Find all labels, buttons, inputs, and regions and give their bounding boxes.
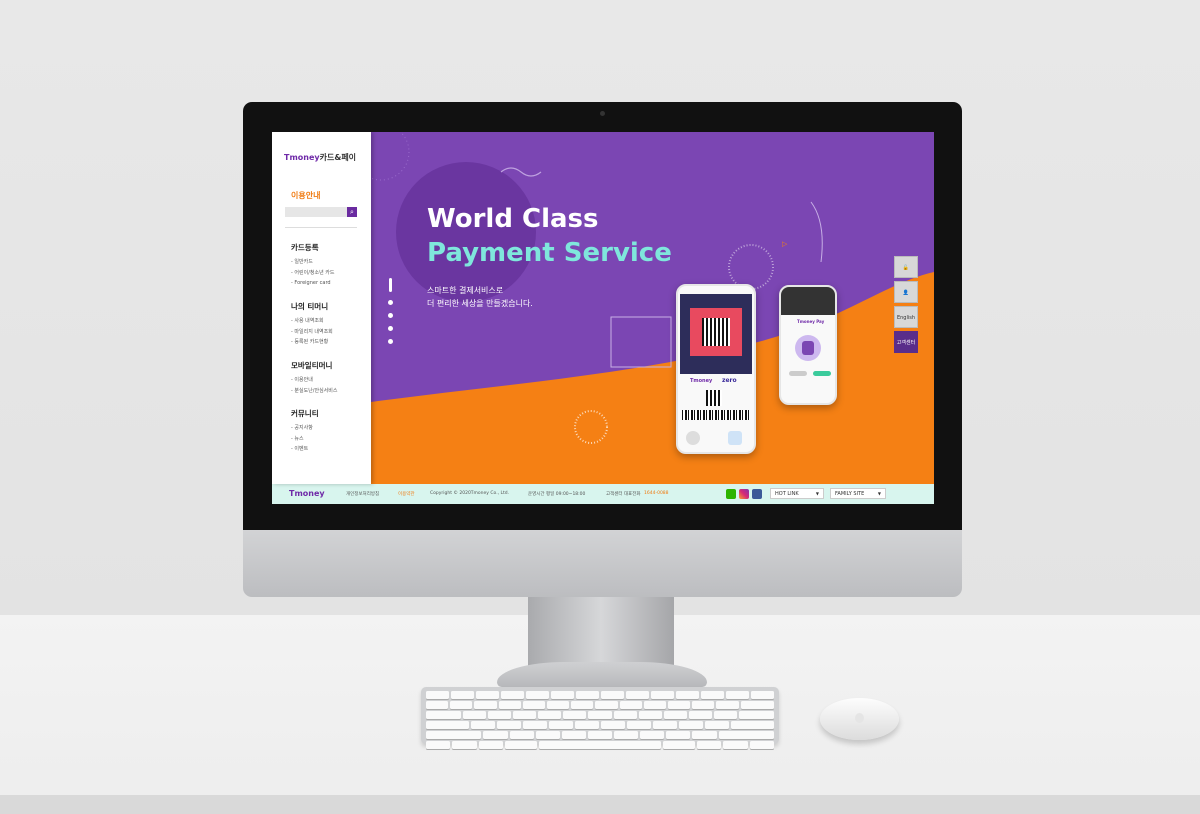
hot-link-label: HOT LINK (775, 491, 799, 497)
search-input[interactable]: ⌕ (285, 207, 357, 217)
divider (285, 227, 357, 228)
brand-logo-rest: 카드&페이 (319, 153, 357, 162)
chevron-down-icon: ▼ (815, 491, 819, 496)
copyright: Copyright © 2020Tmoney Co., Ltd. (430, 491, 510, 496)
menu-item[interactable]: - 뉴스 (291, 434, 319, 445)
section-title: 이용안내 (291, 191, 321, 200)
quick-panel: 🔓 👤 English 고객센터 (894, 256, 920, 356)
menu-item[interactable]: - 공지사항 (291, 423, 319, 434)
phone-mockup-pay: Tmoney Pay (779, 285, 837, 405)
menu-item[interactable]: - 마일리지 내역조회 (291, 327, 333, 338)
phone-number: 1644-0088 (644, 491, 669, 496)
menu-item[interactable]: - 일반카드 (291, 257, 334, 268)
menu-item[interactable]: - 사용 내역조회 (291, 316, 333, 327)
hero-title-line2: Payment Service (427, 238, 672, 268)
hero-title: World Class Payment Service (427, 202, 672, 270)
slide-dot[interactable] (388, 339, 393, 344)
hero-subtitle: 스마트한 결제서비스로 더 편리한 세상을 만들겠습니다. (427, 284, 533, 310)
search-icon[interactable]: ⌕ (347, 207, 357, 217)
sidebar: Tmoney카드&페이 이용안내 ⌕ 카드등록 - 일반카드 - 어린이/청소년… (272, 132, 371, 484)
svg-text:▷: ▷ (782, 240, 788, 248)
footer-logo[interactable]: Tmoney (289, 489, 325, 498)
monitor-stand (528, 597, 674, 667)
phone2-brand: Tmoney Pay (797, 319, 825, 324)
menu-group-community: 커뮤니티 - 공지사항 - 뉴스 - 이벤트 (291, 408, 319, 455)
slide-dot[interactable] (388, 313, 393, 318)
chevron-down-icon: ▼ (877, 491, 881, 496)
slide-dot-active[interactable] (389, 278, 392, 292)
menu-group-title[interactable]: 나의 티머니 (291, 301, 333, 312)
phone1-scan-icon (728, 431, 742, 445)
qr-code-icon (702, 318, 730, 346)
camera (600, 111, 605, 116)
terms-link[interactable]: 이용약관 (398, 491, 415, 497)
family-site-label: FAMILY SITE (835, 491, 865, 497)
hero-banner: ◁ ▷ World Class Payment Service 스마트한 결제서… (371, 132, 934, 484)
phone-camera-view (680, 294, 752, 374)
svg-text:◁: ◁ (555, 410, 562, 419)
footer: Tmoney 개인정보처리방침 이용약관 Copyright © 2020Tmo… (272, 484, 934, 504)
user-icon[interactable]: 👤 (894, 281, 918, 303)
phone-mockup-qr: Tmoney zero (676, 284, 756, 454)
phone-label: 고객센터 대표전화 (606, 492, 641, 497)
menu-item[interactable]: - 이용안내 (291, 375, 337, 386)
slider-pagination (388, 278, 393, 352)
hero-title-line1: World Class (427, 204, 599, 234)
menu-item[interactable]: - 어린이/청소년 카드 (291, 268, 334, 279)
hero-subtitle-line2: 더 편리한 세상을 만들겠습니다. (427, 299, 533, 308)
english-button[interactable]: English (894, 306, 918, 328)
menu-group-mobile-tmoney: 모바일티머니 - 이용안내 - 분실도난/안심서비스 (291, 360, 337, 396)
operating-hours: 운영시간 평일 09:00~18:00 (528, 492, 586, 497)
mouse (820, 698, 899, 740)
phone1-partner: zero (722, 377, 737, 384)
barcode (682, 410, 750, 420)
menu-group-title[interactable]: 모바일티머니 (291, 360, 337, 371)
hero-subtitle-line1: 스마트한 결제서비스로 (427, 286, 504, 295)
desk-edge (0, 795, 1200, 814)
slide-dot[interactable] (388, 300, 393, 305)
phone1-brand: Tmoney (690, 378, 713, 384)
qr-code-small-icon (706, 390, 722, 406)
menu-group-card-register: 카드등록 - 일반카드 - 어린이/청소년 카드 - Foreigner car… (291, 242, 334, 289)
monitor-base (497, 662, 707, 687)
family-site-select[interactable]: FAMILY SITE ▼ (830, 488, 886, 499)
apple-logo-icon (855, 713, 864, 723)
menu-item[interactable]: - 분실도난/안심서비스 (291, 386, 337, 397)
privacy-link[interactable]: 개인정보처리방침 (346, 491, 379, 497)
line-icon[interactable] (726, 489, 736, 499)
keyboard (421, 687, 779, 749)
instagram-icon[interactable] (739, 489, 749, 499)
brand-logo-t: Tmoney (284, 153, 320, 162)
lock-icon[interactable]: 🔓 (894, 256, 918, 278)
menu-group-my-tmoney: 나의 티머니 - 사용 내역조회 - 마일리지 내역조회 - 등록된 카드현황 (291, 301, 333, 348)
menu-item[interactable]: - Foreigner card (291, 278, 334, 289)
customer-center-button[interactable]: 고객센터 (894, 331, 918, 353)
menu-group-title[interactable]: 커뮤니티 (291, 408, 319, 419)
facebook-icon[interactable] (752, 489, 762, 499)
brand-logo[interactable]: Tmoney카드&페이 (284, 152, 356, 163)
hot-link-select[interactable]: HOT LINK ▼ (770, 488, 824, 499)
menu-item[interactable]: - 등록된 카드현황 (291, 337, 333, 348)
menu-item[interactable]: - 이벤트 (291, 444, 319, 455)
monitor-chin (243, 530, 962, 597)
phone1-nav-icon (686, 431, 700, 445)
phone-pay-icon (795, 335, 821, 361)
menu-group-title[interactable]: 카드등록 (291, 242, 334, 253)
screen: ◁ ▷ World Class Payment Service 스마트한 결제서… (272, 132, 934, 504)
slide-dot[interactable] (388, 326, 393, 331)
